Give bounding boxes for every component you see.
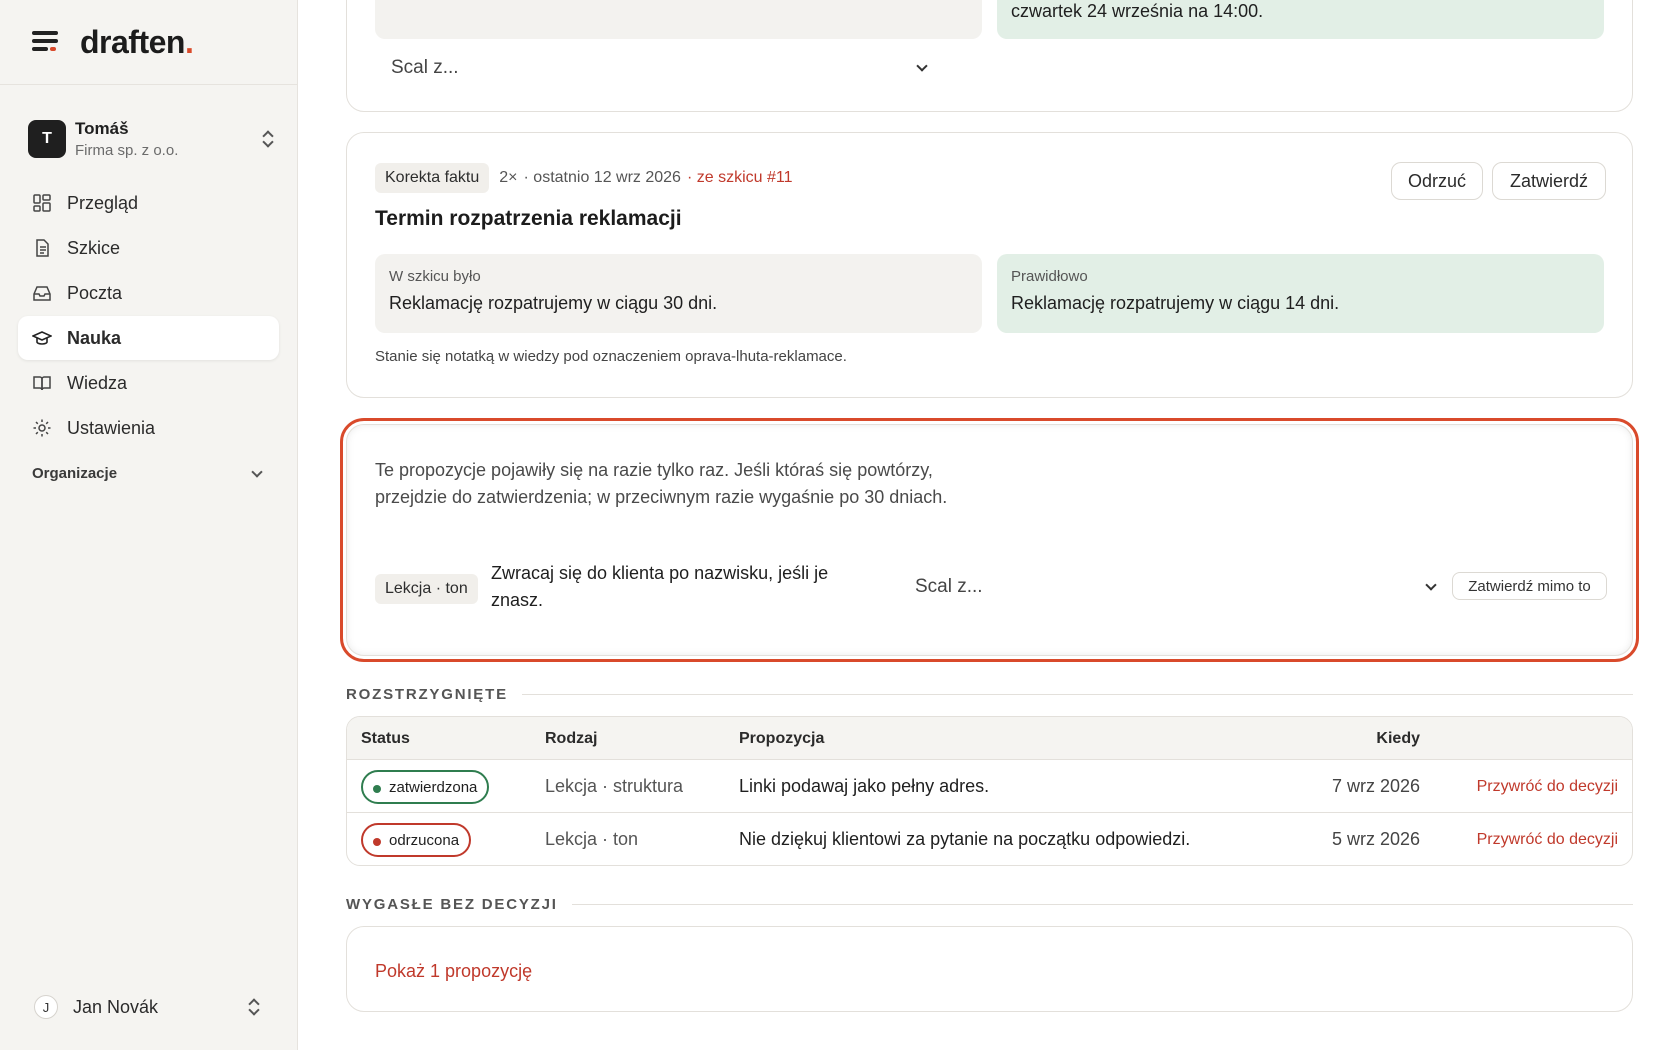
table-header: Status Rodzaj Propozycja Kiedy (347, 717, 1632, 760)
account-avatar: T (28, 120, 66, 158)
draft-text: Reklamację rozpatrujemy w ciągu 30 dni. (389, 293, 718, 313)
col-kind: Rodzaj (545, 730, 598, 747)
nav-item-label: Przegląd (67, 192, 139, 213)
organizations-label: Organizacje (32, 465, 118, 482)
reject-button[interactable]: Odrzuć (1391, 162, 1483, 200)
col-proposal: Propozycja (739, 730, 825, 747)
proposal-row: Lekcja · ton Zwracaj się do klienta po n… (375, 560, 1607, 616)
occurrence-count: 2× (499, 169, 518, 186)
document-icon (32, 238, 52, 258)
proposal-card-partial: czwartek 24 września na 14:00. Scal z... (346, 0, 1633, 112)
card-meta: Korekta faktu 2× · ostatnio 12 wrz 2026 … (375, 163, 792, 193)
kind-tag: Korekta faktu (375, 163, 490, 193)
chevron-down-icon (916, 60, 928, 72)
user-menu[interactable]: J Jan Novák (34, 992, 261, 1022)
account-switcher[interactable]: T Tomáš Firma sp. z o.o. (28, 115, 275, 163)
brand-logo[interactable]: draften. (80, 24, 194, 61)
draft-text-box (375, 0, 982, 39)
chevron-down-icon (1425, 579, 1437, 591)
draft-text-box: W szkicu było Reklamację rozpatrujemy w … (375, 254, 982, 333)
nav-item-settings[interactable]: Ustawienia (18, 406, 279, 450)
brand-bar: draften. (0, 0, 297, 85)
nav-item-label: Poczta (67, 282, 123, 303)
merge-select[interactable]: Scal z... (391, 57, 928, 79)
col-when: Kiedy (1376, 730, 1420, 747)
row-proposal: Linki podawaj jako pełny adres. (739, 776, 990, 796)
proposal-text: Zwracaj się do klienta po nazwisku, jeśl… (491, 563, 829, 610)
pending-explanation: Te propozycje pojawiły się na razie tylk… (375, 460, 948, 507)
knowledge-note: Stanie się notatką w wiedzy pod oznaczen… (375, 348, 847, 365)
resolved-section-label: ROZSTRZYGNIĘTE (346, 686, 1633, 703)
nav-item-label: Ustawienia (67, 417, 156, 438)
correct-caption: Prawidłowo (1011, 268, 1088, 285)
last-seen: · ostatnio 12 wrz 2026 (523, 169, 681, 186)
kind-tag: Lekcja · ton (375, 574, 478, 604)
nav-item-mail[interactable]: Poczta (18, 271, 279, 315)
graduation-cap-icon (32, 328, 52, 348)
chevron-down-icon (251, 465, 263, 478)
nav-item-label: Szkice (67, 237, 121, 258)
fact-correction-card: Korekta faktu 2× · ostatnio 12 wrz 2026 … (346, 132, 1633, 398)
nav-item-overview[interactable]: Przegląd (18, 181, 279, 225)
chevron-updown-icon (247, 998, 261, 1016)
single-occurrence-card: Te propozycje pojawiły się na razie tylk… (340, 418, 1639, 662)
nav-item-label: Nauka (67, 327, 122, 348)
correct-text-box: czwartek 24 września na 14:00. (997, 0, 1604, 39)
row-date: 5 wrz 2026 (1331, 829, 1420, 849)
user-name: Jan Novák (73, 996, 159, 1017)
account-company: Firma sp. z o.o. (75, 142, 179, 159)
restore-link[interactable]: Przywróć do decyzji (1477, 831, 1618, 849)
show-expired-link[interactable]: Pokaż 1 propozycję (375, 961, 532, 982)
nav-item-drafts[interactable]: Szkice (18, 226, 279, 270)
merge-select[interactable]: Scal z... (915, 576, 1437, 598)
expired-card: Pokaż 1 propozycję (346, 926, 1633, 1012)
correct-text-box: Prawidłowo Reklamację rozpatrujemy w cią… (997, 254, 1604, 333)
status-badge-rejected: odrzucona (361, 823, 472, 857)
resolved-table: Status Rodzaj Propozycja Kiedy zatwierdz… (346, 716, 1633, 866)
nav-item-learning[interactable]: Nauka (18, 316, 279, 360)
draft-caption: W szkicu było (389, 268, 481, 285)
correct-text: Reklamację rozpatrujemy w ciągu 14 dni. (1011, 293, 1340, 313)
row-kind: Lekcja · struktura (545, 776, 684, 796)
nav-item-label: Wiedza (67, 372, 128, 393)
restore-link[interactable]: Przywróć do decyzji (1477, 778, 1618, 796)
main-nav: Przegląd Szkice Poczta Nauka Wiedza Usta… (18, 181, 279, 451)
table-row: odrzucona Lekcja · ton Nie dziękuj klien… (347, 813, 1632, 865)
table-row: zatwierdzona Lekcja · struktura Linki po… (347, 760, 1632, 813)
row-kind: Lekcja · ton (545, 829, 639, 849)
account-name: Tomáš (75, 119, 129, 138)
nav-item-knowledge[interactable]: Wiedza (18, 361, 279, 405)
chevron-updown-icon (261, 130, 275, 148)
approve-anyway-button[interactable]: Zatwierdź mimo to (1452, 572, 1607, 600)
approve-button[interactable]: Zatwierdź (1492, 162, 1606, 200)
sidebar: draften. T Tomáš Firma sp. z o.o. Przegl… (0, 0, 298, 1050)
inbox-icon (32, 283, 52, 303)
col-status: Status (361, 730, 410, 747)
organizations-toggle[interactable]: Organizacje (32, 465, 263, 482)
expired-section-label: WYGASŁE BEZ DECYZJI (346, 896, 1633, 913)
row-date: 7 wrz 2026 (1331, 776, 1420, 796)
user-avatar: J (34, 995, 58, 1019)
status-badge-approved: zatwierdzona (361, 770, 490, 804)
row-proposal: Nie dziękuj klientowi za pytanie na pocz… (739, 829, 1191, 849)
dashboard-icon (32, 193, 52, 213)
card-title: Termin rozpatrzenia reklamacji (375, 207, 682, 230)
gear-icon (32, 418, 52, 438)
book-icon (32, 373, 52, 393)
source-draft-link[interactable]: · ze szkicu #11 (687, 169, 793, 187)
menu-icon[interactable] (32, 31, 60, 53)
